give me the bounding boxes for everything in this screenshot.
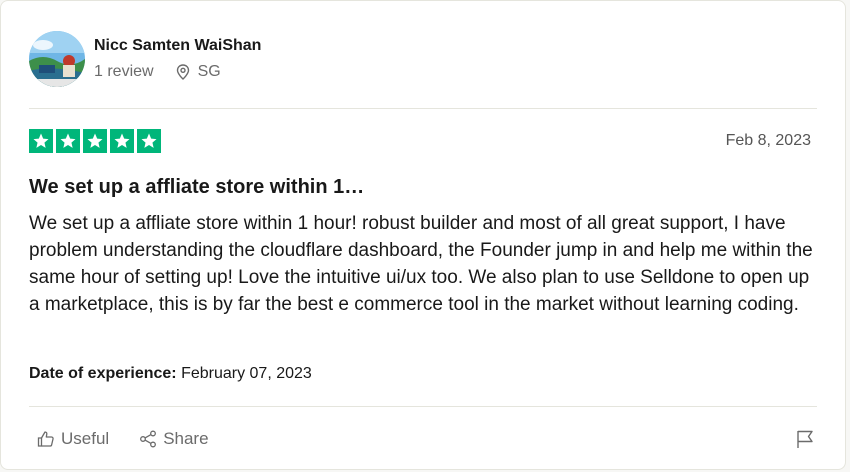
review-count: 1 review [94, 63, 154, 80]
divider [29, 108, 817, 109]
divider [29, 406, 817, 407]
share-button[interactable]: Share [139, 429, 209, 449]
star-icon [137, 129, 161, 153]
useful-label: Useful [61, 429, 110, 448]
avatar[interactable] [29, 31, 85, 87]
thumbs-up-icon [37, 431, 54, 447]
review-actions: Useful Share [37, 429, 239, 449]
review-title[interactable]: We set up a affliate store within 1… [29, 176, 364, 199]
review-date: Feb 8, 2023 [725, 132, 811, 149]
useful-button[interactable]: Useful [37, 429, 109, 449]
star-rating [29, 129, 164, 153]
review-body: We set up a affliate store within 1 hour… [29, 213, 813, 315]
location-label: SG [197, 63, 221, 80]
experience-date: February 07, 2023 [181, 365, 312, 382]
star-icon [83, 129, 107, 153]
share-icon [140, 430, 157, 448]
reviewer-name[interactable]: Nicc Samten WaiShan [94, 37, 261, 55]
star-icon [29, 129, 53, 153]
reviewer-meta: 1 review SG [94, 63, 221, 81]
share-label: Share [163, 429, 209, 448]
date-of-experience: Date of experience: February 07, 2023 [29, 365, 312, 383]
star-icon [56, 129, 80, 153]
star-icon [110, 129, 134, 153]
report-flag-button[interactable] [795, 429, 815, 454]
location-pin-icon [176, 64, 189, 80]
flag-icon [797, 430, 813, 448]
experience-label: Date of experience: [29, 365, 177, 382]
review-card: Nicc Samten WaiShan 1 review SG Feb 8, 2… [0, 0, 846, 470]
reviewer-location: SG [176, 63, 221, 81]
